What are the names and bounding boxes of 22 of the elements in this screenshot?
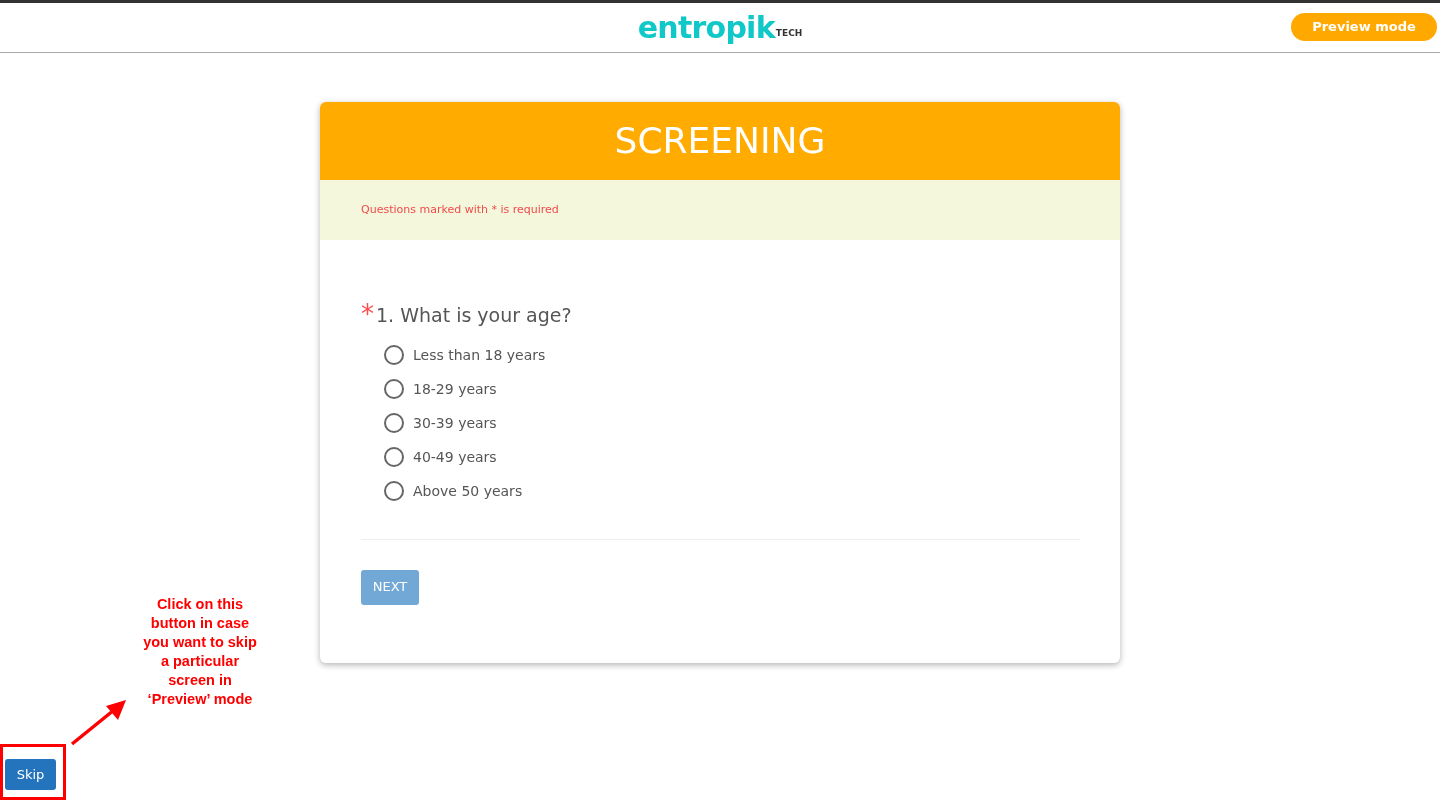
required-note: Questions marked with * is required [361,201,559,218]
logo-suffix: TECH [775,28,803,38]
option-label: Above 50 years [413,481,523,501]
preview-mode-button[interactable]: Preview mode [1291,13,1437,41]
option-label: Less than 18 years [413,345,546,365]
radio-button[interactable] [384,379,404,399]
radio-button[interactable] [384,413,404,433]
required-mark: * [361,301,374,327]
radio-button[interactable] [384,481,404,501]
option-label: 30-39 years [413,413,497,433]
form-title: SCREENING [614,119,826,163]
option-label: 40-49 years [413,447,497,467]
radio-button[interactable] [384,345,404,365]
next-button[interactable]: NEXT [361,569,419,605]
arrow-icon [70,700,126,746]
logo-text: entropik [637,12,775,43]
highlight-frame [0,744,66,800]
radio-button[interactable] [384,447,404,467]
skip-button[interactable]: Skip [5,759,56,790]
question-text: 1. What is your age? [376,303,572,328]
option-label: 18-29 years [413,379,497,399]
annotation-text: Click on this button in case you want to skip a particular screen in ‘Preview’ mode [142,595,258,709]
